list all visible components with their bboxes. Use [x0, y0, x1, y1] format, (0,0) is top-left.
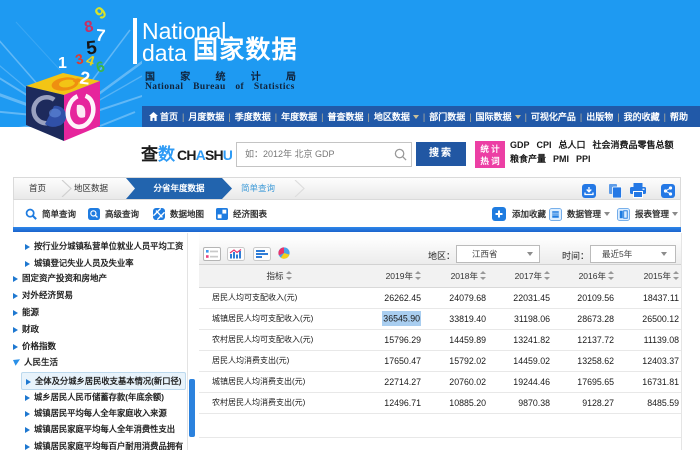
svg-text:7: 7 — [95, 26, 106, 46]
svg-text:3: 3 — [74, 50, 86, 67]
svg-text:9: 9 — [91, 3, 110, 24]
svg-text:1: 1 — [58, 55, 67, 72]
svg-text:8: 8 — [83, 18, 95, 36]
